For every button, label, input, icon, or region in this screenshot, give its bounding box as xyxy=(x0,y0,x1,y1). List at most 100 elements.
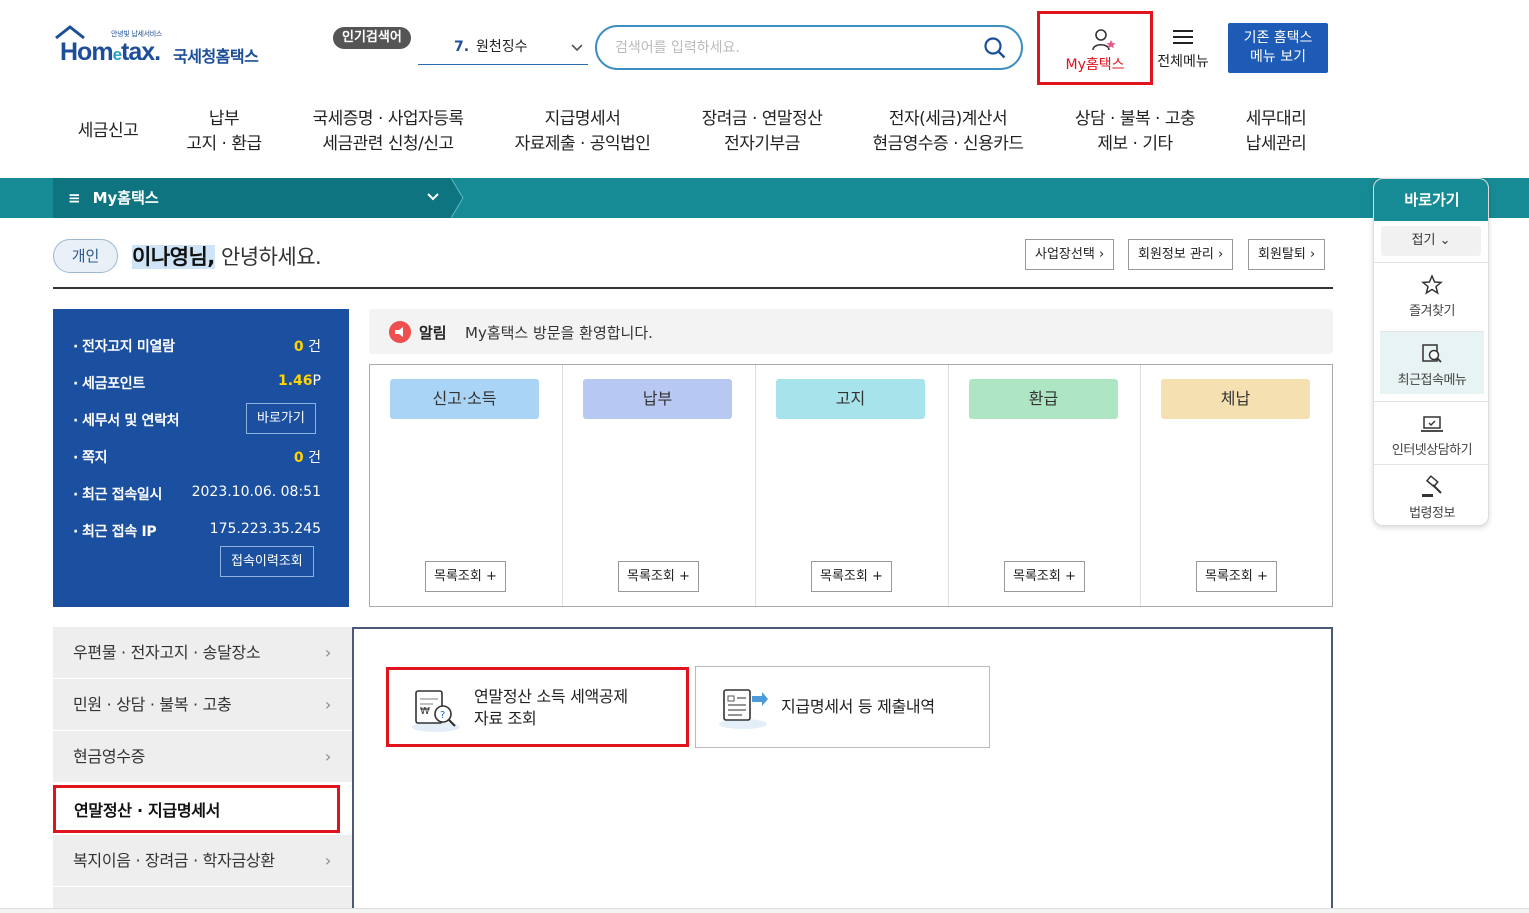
list-view-button[interactable]: 목록조회 + xyxy=(811,561,892,592)
gnb-e-invoice[interactable]: 전자(세금)계산서 현금영수증 · 신용카드 xyxy=(858,107,1038,157)
gavel-icon xyxy=(1422,475,1442,497)
gnb-consulting[interactable]: 상담 · 불복 · 고충 제보 · 기타 xyxy=(1060,107,1210,157)
last-login-time: 2023.10.06. 08:51 xyxy=(191,484,321,500)
login-history-button[interactable]: 접속이력조회 xyxy=(220,546,314,577)
side-menu-label: 현금영수증 xyxy=(73,747,146,766)
withdraw-button[interactable]: 회원탈퇴 › xyxy=(1248,239,1326,270)
side-menu-item-civil[interactable]: 민원 · 상담 · 불복 · 고충 › xyxy=(53,679,353,731)
divider xyxy=(53,287,1333,289)
logo-wordmark: Hometax. xyxy=(60,38,161,66)
gnb-certificate[interactable]: 국세증명 · 사업자등록 세금관련 신청/신고 xyxy=(298,107,478,157)
chevron-right-icon: › xyxy=(324,747,331,766)
side-menu-item-mail[interactable]: 우편물 · 전자고지 · 송달장소 › xyxy=(53,627,353,679)
quick-favorites[interactable]: 즐겨찾기 xyxy=(1374,262,1488,325)
side-menu-label: 복지이음 · 장려금 · 학자금상환 xyxy=(73,851,275,870)
quick-label: 즐겨찾기 xyxy=(1409,304,1455,319)
chevron-down-icon[interactable] xyxy=(426,190,440,204)
gnb-label: 제보 · 기타 xyxy=(1097,134,1173,154)
gnb-incentive[interactable]: 장려금 · 연말정산 전자기부금 xyxy=(686,107,838,157)
quick-recent-menu[interactable]: 최근접속메뉴 xyxy=(1380,331,1484,394)
quick-label: 최근접속메뉴 xyxy=(1397,373,1467,388)
category-tab-filing[interactable]: 신고·소득 xyxy=(390,379,539,419)
card-title-line2: 자료 조회 xyxy=(474,709,537,728)
quick-online-consult[interactable]: 인터넷상담하기 xyxy=(1374,401,1488,464)
popular-search-dropdown[interactable]: 7. 원천징수 xyxy=(418,33,588,65)
gnb-label: 세금신고 xyxy=(77,121,139,141)
all-menu-button[interactable]: 전체메뉴 xyxy=(1153,27,1213,72)
button-label: 회원탈퇴 xyxy=(1258,247,1306,262)
gnb-label: 상담 · 불복 · 고충 xyxy=(1074,109,1196,129)
gnb-tax-agent[interactable]: 세무대리 납세관리 xyxy=(1232,107,1320,157)
notice-message: My홈택스 방문을 환영합니다. xyxy=(465,324,653,342)
recent-menu-search-icon xyxy=(1422,344,1442,363)
gnb-label: 세금관련 신청/신고 xyxy=(322,134,454,154)
button-label: 회원정보 관리 xyxy=(1138,247,1214,262)
side-menu-item-welfare[interactable]: 복지이음 · 장려금 · 학자금상환 › xyxy=(53,835,353,887)
gnb-payment[interactable]: 납부 고지 · 환급 xyxy=(174,107,274,157)
tax-point-value[interactable]: 1.46P xyxy=(278,373,321,389)
category-payment: 납부 목록조회 + xyxy=(562,365,755,606)
side-menu-label: 연말정산 · 지급명세서 xyxy=(74,801,221,820)
card-title: 연말정산 소득 세액공제 자료 조회 xyxy=(474,686,628,730)
search-input[interactable] xyxy=(615,35,975,61)
chevron-right-icon: › xyxy=(324,643,331,662)
quick-label: 인터넷상담하기 xyxy=(1391,443,1473,458)
laptop-icon xyxy=(1421,416,1443,432)
user-name: 이나영님, xyxy=(132,245,215,269)
list-view-button[interactable]: 목록조회 + xyxy=(1004,561,1085,592)
select-business-button[interactable]: 사업장선택 › xyxy=(1025,239,1115,270)
side-menu-item-year-end[interactable]: 연말정산 · 지급명세서 xyxy=(53,785,340,833)
category-arrears: 체납 목록조회 + xyxy=(1140,365,1333,606)
all-menu-label: 전체메뉴 xyxy=(1157,54,1209,70)
side-menu-item-cash-receipt[interactable]: 현금영수증 › xyxy=(53,731,353,783)
info-label: 최근 접속 IP xyxy=(73,521,157,541)
category-panel: 신고·소득 목록조회 + 납부 목록조회 + 고지 목록조회 + 환급 목록조회… xyxy=(369,364,1333,607)
document-send-icon xyxy=(719,689,768,729)
megaphone-icon xyxy=(389,321,411,343)
search-icon[interactable] xyxy=(983,36,1007,60)
chevron-right-icon: › xyxy=(324,695,331,714)
category-tab-refund[interactable]: 환급 xyxy=(969,379,1118,419)
old-hometax-menu-button[interactable]: 기존 홈택스 메뉴 보기 xyxy=(1228,23,1328,73)
info-label: 세금포인트 xyxy=(73,373,145,393)
submenu-content: ₩ ? 연말정산 소득 세액공제 자료 조회 지급명세서 등 제출내역 xyxy=(352,627,1333,913)
quick-label: 법령정보 xyxy=(1409,506,1455,521)
gnb-tax-filing[interactable]: 세금신고 xyxy=(70,119,146,144)
category-tab-notice[interactable]: 고지 xyxy=(776,379,925,419)
member-info-button[interactable]: 회원정보 관리 › xyxy=(1128,239,1234,270)
gnb-label: 전자(세금)계산서 xyxy=(888,109,1008,129)
quick-links-title: 바로가기 xyxy=(1374,179,1488,221)
year-end-deduction-card[interactable]: ₩ ? 연말정산 소득 세액공제 자료 조회 xyxy=(386,667,689,747)
side-menu-label: 우편물 · 전자고지 · 송달장소 xyxy=(73,643,261,662)
horizontal-scrollbar[interactable] xyxy=(0,908,1529,913)
user-type-badge: 개인 xyxy=(53,239,118,273)
list-view-button[interactable]: 목록조회 + xyxy=(425,561,506,592)
svg-text:?: ? xyxy=(440,710,445,721)
category-tab-arrears[interactable]: 체납 xyxy=(1161,379,1310,419)
notice-label: 알림 xyxy=(419,324,447,342)
gnb-label: 세무대리 xyxy=(1245,109,1307,129)
tax-office-shortcut-button[interactable]: 바로가기 xyxy=(246,403,316,434)
notice-bar: 알림 My홈택스 방문을 환영합니다. xyxy=(369,309,1333,354)
category-tab-payment[interactable]: 납부 xyxy=(583,379,732,419)
star-icon xyxy=(1421,274,1443,295)
payment-statement-history-card[interactable]: 지급명세서 등 제출내역 xyxy=(695,666,990,748)
hometax-logo[interactable]: 안녕빛 납세서비스 Hometax. 국세청홈택스 xyxy=(55,25,275,70)
breadcrumb-title: ≡ My홈택스 xyxy=(68,178,159,218)
list-view-button[interactable]: 목록조회 + xyxy=(618,561,699,592)
greeting-text: 이나영님, 안녕하세요. xyxy=(132,241,322,271)
breadcrumb-label: My홈택스 xyxy=(92,189,159,207)
gnb-label: 현금영수증 · 신용카드 xyxy=(872,134,1024,154)
fold-button[interactable]: 접기 ⌄ xyxy=(1381,226,1481,256)
my-hometax-button[interactable]: My홈택스 xyxy=(1037,11,1153,85)
category-filing: 신고·소득 목록조회 + xyxy=(370,365,563,606)
unread-notice-count[interactable]: 0 건 xyxy=(294,336,321,356)
gnb-label: 납부 xyxy=(208,109,240,129)
info-label: 쪽지 xyxy=(73,447,107,467)
list-view-button[interactable]: 목록조회 + xyxy=(1196,561,1277,592)
message-count[interactable]: 0 건 xyxy=(294,447,321,467)
gnb-payment-statement[interactable]: 지급명세서 자료제출 · 공익법인 xyxy=(500,107,665,157)
quick-law-info[interactable]: 법령정보 xyxy=(1374,464,1488,525)
button-label: 사업장선택 xyxy=(1035,247,1095,262)
gnb-label: 납세관리 xyxy=(1245,134,1307,154)
